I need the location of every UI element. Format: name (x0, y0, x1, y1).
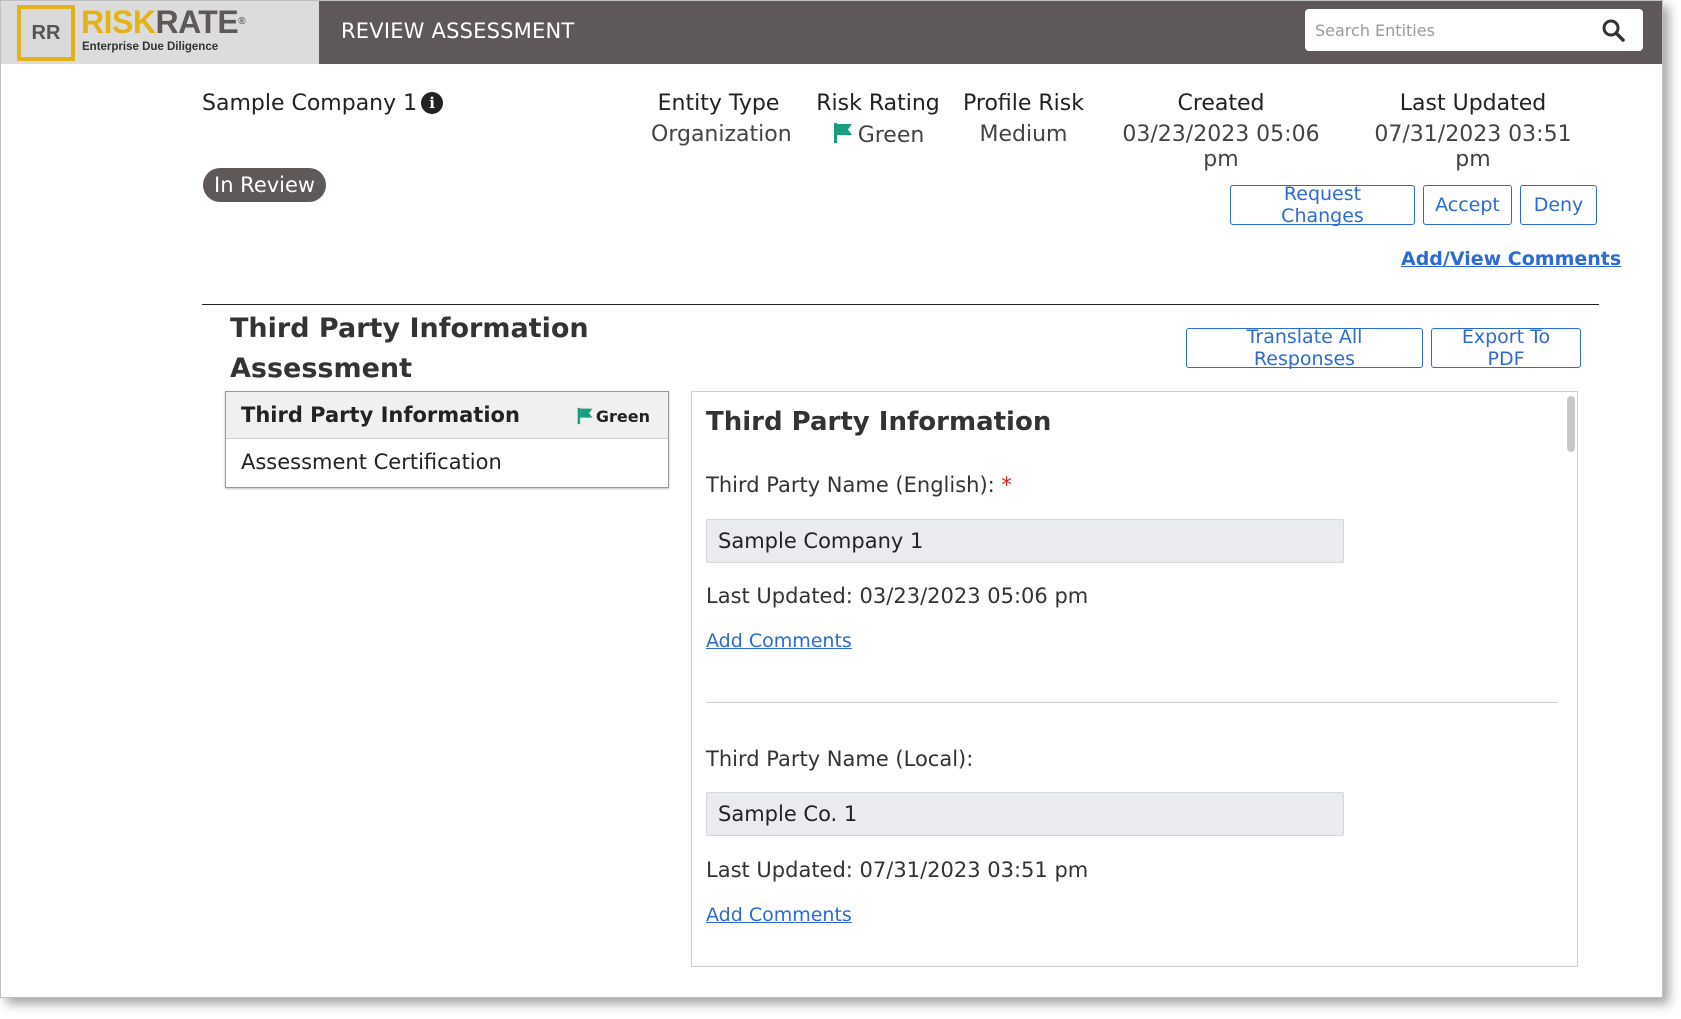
app-window: RR RISKRATE® Enterprise Due Diligence RE… (0, 0, 1663, 998)
flag-icon (577, 407, 593, 425)
logo-mark: RR (17, 5, 75, 61)
question-panel[interactable]: Third Party Information Third Party Name… (691, 391, 1578, 967)
field-value-local-name: Sample Co. 1 (706, 792, 1344, 836)
logo[interactable]: RR RISKRATE® Enterprise Due Diligence (1, 1, 319, 64)
meta-risk-rating: Risk Rating Green (813, 91, 943, 148)
scrollbar-thumb[interactable] (1567, 396, 1575, 452)
view-comments-link[interactable]: Add/View Comments (1401, 248, 1621, 270)
entity-name: Sample Company 1i (202, 91, 444, 116)
translate-all-button[interactable]: Translate All Responses (1186, 326, 1423, 370)
nav-item-label: Third Party Information (241, 403, 520, 427)
required-marker: * (1001, 473, 1012, 497)
deny-button[interactable]: Deny (1520, 185, 1597, 225)
panel-title: Third Party Information (706, 407, 1052, 437)
search-box (1305, 9, 1643, 51)
search-input[interactable] (1313, 17, 1587, 43)
meta-label: Profile Risk (963, 91, 1084, 116)
section-divider (202, 304, 1599, 305)
meta-label: Entity Type (657, 91, 780, 116)
request-changes-button[interactable]: Request Changes (1230, 183, 1415, 227)
search-icon[interactable] (1601, 18, 1625, 42)
meta-value: 03/23/2023 05:06 pm (1122, 122, 1320, 172)
assessment-title: Third Party Information Assessment (230, 313, 589, 384)
status-badge: In Review (203, 168, 327, 202)
meta-value: Organization (651, 122, 792, 147)
meta-last-updated: Last Updated 07/31/2023 03:51 pm (1358, 91, 1588, 172)
add-comments-link[interactable]: Add Comments (706, 630, 852, 652)
meta-entity-type: Entity Type Organization (651, 91, 792, 147)
field-last-updated: Last Updated: 03/23/2023 05:06 pm (706, 584, 1089, 608)
meta-value: Medium (979, 122, 1068, 147)
meta-value: Green (813, 122, 943, 148)
accept-button[interactable]: Accept (1423, 185, 1512, 225)
logo-wordmark: RISKRATE® (81, 4, 246, 40)
field-value-english-name: Sample Company 1 (706, 519, 1344, 563)
flag-icon (833, 123, 852, 143)
meta-label: Last Updated (1399, 91, 1547, 116)
meta-created: Created 03/23/2023 05:06 pm (1106, 91, 1336, 172)
meta-label: Risk Rating (816, 91, 940, 116)
field-label: Third Party Name (Local): (706, 747, 974, 771)
meta-value: 07/31/2023 03:51 pm (1374, 122, 1572, 172)
nav-item-third-party-information[interactable]: Third Party Information Green (226, 392, 668, 439)
info-icon[interactable]: i (421, 92, 444, 114)
field-last-updated: Last Updated: 07/31/2023 03:51 pm (706, 858, 1089, 882)
field-label: Third Party Name (English): * (706, 473, 1012, 497)
export-pdf-button[interactable]: Export To PDF (1431, 326, 1581, 370)
nav-item-assessment-certification[interactable]: Assessment Certification (226, 439, 668, 486)
add-comments-link[interactable]: Add Comments (706, 904, 852, 926)
section-nav: Third Party Information Green Assessment… (225, 391, 669, 488)
meta-label: Created (1177, 91, 1265, 116)
risk-badge: Green (576, 407, 650, 426)
logo-tagline: Enterprise Due Diligence (82, 41, 219, 53)
page-title: REVIEW ASSESSMENT (341, 19, 575, 43)
nav-item-label: Assessment Certification (241, 450, 502, 474)
top-bar: RR RISKRATE® Enterprise Due Diligence RE… (1, 1, 1662, 64)
field-divider (706, 702, 1558, 703)
meta-profile-risk: Profile Risk Medium (961, 91, 1086, 147)
